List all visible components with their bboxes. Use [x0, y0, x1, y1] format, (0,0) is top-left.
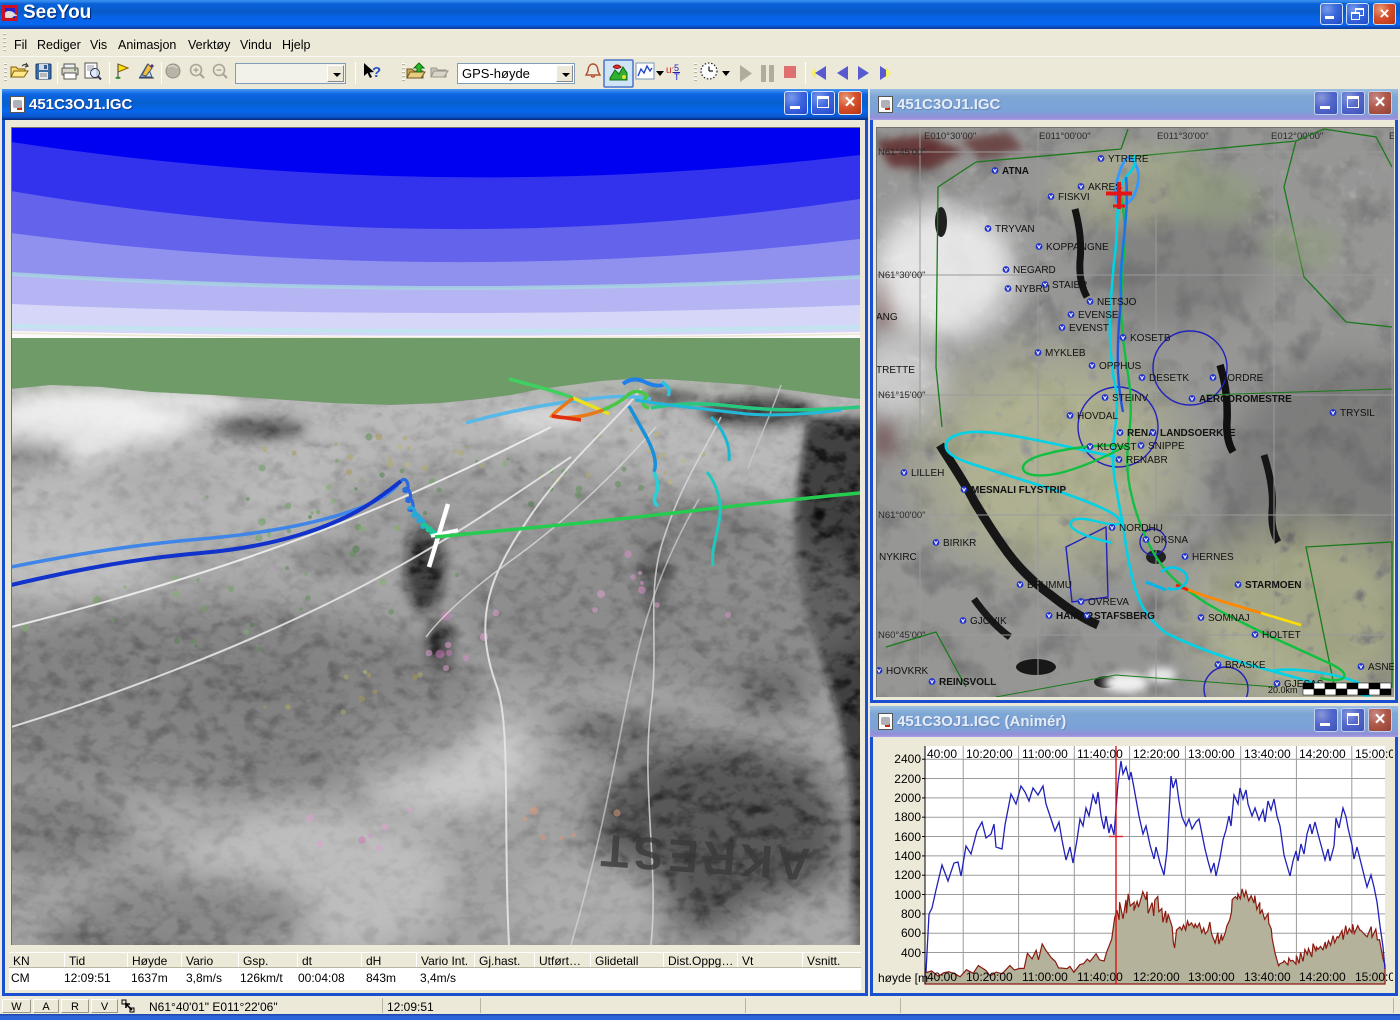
svg-text:14:20:00: 14:20:00	[1299, 970, 1346, 984]
svg-text:REINSVOLL: REINSVOLL	[939, 677, 996, 688]
svg-text:NYKIRC: NYKIRC	[879, 552, 917, 563]
svg-text:800: 800	[901, 907, 921, 921]
svg-text:2400: 2400	[894, 752, 921, 766]
svg-text:TRYSIL: TRYSIL	[1340, 408, 1375, 419]
svg-text:1200: 1200	[894, 868, 921, 882]
svg-text:20.0km: 20.0km	[1268, 685, 1298, 695]
svg-text:NETSJO: NETSJO	[1097, 297, 1137, 308]
svg-text:MYKLEB: MYKLEB	[1045, 348, 1086, 359]
svg-text:BRASKE: BRASKE	[1225, 660, 1266, 671]
svg-text:GJOVIK: GJOVIK	[970, 616, 1007, 627]
svg-text:N61°15'00": N61°15'00"	[878, 390, 926, 401]
svg-text:40:00: 40:00	[927, 970, 957, 984]
svg-text:T: T	[674, 72, 680, 82]
svg-text:1400: 1400	[894, 849, 921, 863]
svg-text:E010°30'00": E010°30'00"	[924, 131, 976, 142]
svg-text:1000: 1000	[894, 888, 921, 902]
svg-text:HERNES: HERNES	[1192, 552, 1234, 563]
svg-text:400: 400	[901, 946, 921, 960]
svg-text:10:20:00: 10:20:00	[966, 747, 1013, 761]
svg-text:LILLEH: LILLEH	[911, 468, 944, 479]
svg-text:15:00:00: 15:00:00	[1355, 747, 1393, 761]
svg-text:KOPPANGNE: KOPPANGNE	[1046, 242, 1109, 253]
svg-text:10:20:00: 10:20:00	[966, 970, 1013, 984]
svg-text:11:00:00: 11:00:00	[1022, 970, 1068, 984]
svg-text:ASNE: ASNE	[1368, 662, 1394, 673]
svg-text:13:40:00: 13:40:00	[1244, 747, 1291, 761]
svg-text:HOLTET: HOLTET	[1262, 630, 1301, 641]
svg-text:KOSETB: KOSETB	[1130, 333, 1171, 344]
svg-text:12:20:00: 12:20:00	[1133, 747, 1180, 761]
svg-text:?: ?	[372, 64, 381, 81]
svg-text:EVENSE: EVENSE	[1078, 310, 1119, 321]
svg-text:NORDRE: NORDRE	[1220, 373, 1264, 384]
svg-text:15:00:00: 15:00:00	[1355, 970, 1393, 984]
svg-text:OKSNA: OKSNA	[1153, 535, 1188, 546]
svg-text:DESETK: DESETK	[1149, 373, 1189, 384]
svg-text:BRUMMU: BRUMMU	[1027, 580, 1072, 591]
svg-text:2000: 2000	[894, 791, 921, 805]
svg-text:MESNALI FLYSTRIP: MESNALI FLYSTRIP	[971, 485, 1067, 496]
svg-text:STARMOEN: STARMOEN	[1245, 580, 1301, 591]
svg-text:NEGARD: NEGARD	[1013, 265, 1056, 276]
svg-text:11:00:00: 11:00:00	[1022, 747, 1068, 761]
svg-text:STEINV: STEINV	[1112, 393, 1148, 404]
svg-text:høyde [m: høyde [m	[878, 971, 928, 985]
svg-text:SOMNAJ: SOMNAJ	[1208, 613, 1250, 624]
svg-text:600: 600	[901, 926, 921, 940]
svg-text:ATNA: ATNA	[1002, 166, 1029, 177]
svg-text:13:00:00: 13:00:00	[1188, 970, 1235, 984]
svg-text:OVREVA: OVREVA	[1088, 597, 1129, 608]
svg-text:13:00:00: 13:00:00	[1188, 747, 1235, 761]
svg-text:LANDSOERKJE: LANDSOERKJE	[1160, 428, 1236, 439]
svg-text:1800: 1800	[894, 810, 921, 824]
svg-text:STAIBR: STAIBR	[1052, 280, 1087, 291]
svg-text:14:20:00: 14:20:00	[1299, 747, 1346, 761]
svg-text:FISKVI: FISKVI	[1058, 192, 1090, 203]
svg-text:EVENST: EVENST	[1069, 323, 1109, 334]
svg-text:N61°45'00": N61°45'00"	[878, 147, 926, 158]
svg-text:N60°45'00": N60°45'00"	[878, 630, 926, 641]
svg-text:1600: 1600	[894, 830, 921, 844]
svg-text:YTRERE: YTRERE	[1108, 154, 1149, 165]
svg-text:12:20:00: 12:20:00	[1133, 970, 1180, 984]
svg-text:HOVKRK: HOVKRK	[886, 666, 929, 677]
svg-text:BIRIKR: BIRIKR	[943, 538, 976, 549]
svg-text:40:00: 40:00	[927, 747, 957, 761]
svg-text:E0: E0	[1389, 131, 1394, 142]
svg-text:2200: 2200	[894, 772, 921, 786]
svg-text:RENABR: RENABR	[1126, 455, 1168, 466]
svg-text:KLOVST: KLOVST	[1097, 442, 1136, 453]
svg-text:HOVDAL: HOVDAL	[1077, 411, 1119, 422]
svg-text:NYBRU: NYBRU	[1015, 284, 1050, 295]
svg-text:SNIPPE: SNIPPE	[1148, 441, 1185, 452]
svg-text:TRETTE: TRETTE	[876, 365, 915, 376]
svg-text:E011°00'00": E011°00'00"	[1039, 131, 1091, 142]
svg-text:STAFSBERG: STAFSBERG	[1094, 611, 1155, 622]
svg-text:E011°30'00": E011°30'00"	[1157, 131, 1209, 142]
svg-text:ANG: ANG	[876, 312, 898, 323]
svg-text:NORDHU: NORDHU	[1119, 523, 1163, 534]
svg-text:N61°30'00": N61°30'00"	[878, 270, 926, 281]
svg-text:OPPHUS: OPPHUS	[1099, 361, 1142, 372]
svg-text:AERODROMESTRE: AERODROMESTRE	[1199, 394, 1292, 405]
svg-text:N61°00'00": N61°00'00"	[878, 510, 926, 521]
svg-text:TRYVAN: TRYVAN	[995, 224, 1035, 235]
svg-text:13:40:00: 13:40:00	[1244, 970, 1291, 984]
